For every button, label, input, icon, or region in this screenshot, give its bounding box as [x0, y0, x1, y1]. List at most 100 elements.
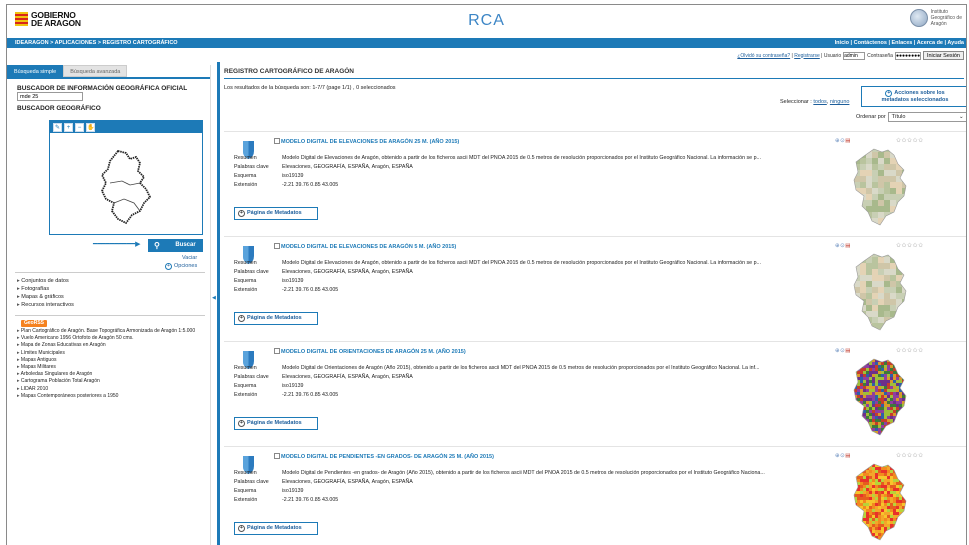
plus-circle-icon: + — [238, 210, 245, 217]
user-label: Usuario — [823, 52, 842, 59]
info-search-title: BUSCADOR DE INFORMACIÓN GEOGRÁFICA OFICI… — [17, 85, 188, 92]
divider — [15, 272, 205, 273]
zoom-out-icon[interactable]: − — [75, 122, 84, 132]
record-checkbox[interactable] — [274, 243, 280, 249]
metadata-page-button[interactable]: + Página de Metadatos — [234, 207, 318, 220]
app-window: GOBIERNO DE ARAGON RCA Instituto Geográf… — [6, 4, 967, 545]
record-checkbox[interactable] — [274, 138, 280, 144]
login-button[interactable]: Iniciar Sesión — [922, 51, 964, 60]
record-fields: Resumen Modelo Digital de Elevaciones de … — [234, 259, 827, 295]
search-icon: ⚲ — [154, 241, 160, 250]
order-row: Ordenar por Título ⌄ — [856, 112, 966, 122]
draw-icon[interactable]: ✎ — [53, 122, 62, 132]
rating-stars[interactable]: ✩✩✩✩✩ — [896, 347, 924, 354]
tab-simple-search[interactable]: Búsqueda simple — [7, 65, 64, 77]
globe-icon — [909, 9, 928, 27]
schema-value: iso19139 — [282, 383, 304, 389]
metadata-page-button[interactable]: + Página de Metadatos — [234, 417, 318, 430]
select-none-link[interactable]: ninguno — [830, 99, 850, 105]
record-thumbnail — [853, 358, 907, 436]
order-select[interactable]: Título ⌄ — [887, 112, 966, 122]
zoom-in-icon[interactable]: + — [64, 122, 73, 132]
search-input[interactable] — [17, 92, 83, 101]
app-title: RCA — [468, 12, 505, 29]
metadata-page-button[interactable]: + Página de Metadatos — [234, 522, 318, 535]
georss-item[interactable]: Plan Cartográfico de Aragón. Base Topogr… — [17, 328, 207, 335]
top-links[interactable]: Inicio | Contáctenos | Enlaces | Acerca … — [835, 38, 964, 48]
georss-item[interactable]: Arboledas Singulares de Aragón — [17, 371, 207, 378]
record-fields: Resumen Modelo Digital de Pendientes -en … — [234, 469, 827, 505]
category-item[interactable]: Recursos interactivos — [17, 301, 74, 309]
georss-item[interactable]: Vuelo Americano 1956 Ortofoto de Aragón … — [17, 335, 207, 342]
breadcrumb[interactable]: IDEARAGON > APLICACIONES > REGISTRO CART… — [15, 38, 178, 48]
pdf-icon[interactable]: ▤ — [845, 138, 851, 144]
record-fields: Resumen Modelo Digital de Orientaciones d… — [234, 364, 827, 400]
arrow-right-icon: ━━━━━━━━━━▶ — [93, 241, 141, 248]
rating-stars[interactable]: ✩✩✩✩✩ — [896, 452, 924, 459]
record-checkbox[interactable] — [274, 348, 280, 354]
resumen-label: Resumen — [234, 155, 257, 161]
result-record: MODELO DIGITAL DE ORIENTACIONES DE ARAGÓ… — [224, 341, 966, 445]
password-input[interactable] — [894, 51, 921, 60]
record-thumbnail — [853, 463, 907, 541]
result-record: MODELO DIGITAL DE ELEVACIONES DE ARAGÓN … — [224, 236, 966, 340]
resumen-value: Modelo Digital de Elevaciones de Aragón,… — [282, 260, 761, 266]
inst-line3: Aragón — [930, 21, 947, 27]
georss-item[interactable]: Mapas Antiguos — [17, 357, 207, 364]
selected-metadata-actions-button[interactable]: + Acciones sobre los metadatos selecciona… — [861, 86, 966, 107]
options-link[interactable]: + Opciones — [165, 263, 197, 270]
resumen-label: Resumen — [234, 260, 257, 266]
keywords-label: Palabras clave — [234, 374, 269, 380]
collapse-panel-icon[interactable]: ◀ — [212, 295, 216, 303]
result-record: MODELO DIGITAL DE ELEVACIONES DE ARAGÓN … — [224, 131, 966, 235]
search-button-label: Buscar — [175, 242, 196, 248]
resumen-value: Modelo Digital de Elevaciones de Aragón,… — [282, 155, 761, 161]
record-title-link[interactable]: MODELO DIGITAL DE PENDIENTES -EN GRADOS-… — [281, 454, 494, 460]
georss-item[interactable]: Mapa de Zonas Educativas en Aragón — [17, 342, 207, 349]
clear-link[interactable]: Vaciar — [182, 255, 197, 261]
select-all-link[interactable]: todos — [813, 99, 826, 105]
record-checkbox[interactable] — [274, 453, 280, 459]
metadata-page-button[interactable]: + Página de Metadatos — [234, 312, 318, 325]
metadata-page-label: Página de Metadatos — [247, 525, 302, 531]
georss-badge[interactable]: GeoRSS — [21, 320, 48, 327]
register-link[interactable]: Registrarse — [794, 53, 820, 59]
record-title-link[interactable]: MODELO DIGITAL DE ELEVACIONES DE ARAGÓN … — [281, 244, 456, 250]
keywords-label: Palabras clave — [234, 479, 269, 485]
georss-item[interactable]: Mapas Contemporáneos posteriores a 1950 — [17, 393, 207, 400]
rating-stars[interactable]: ✩✩✩✩✩ — [896, 137, 924, 144]
category-item[interactable]: Conjuntos de datos — [17, 277, 74, 285]
rating-stars[interactable]: ✩✩✩✩✩ — [896, 242, 924, 249]
map-viewer[interactable]: ✎ + − ✋ — [49, 120, 203, 235]
record-thumbnail — [853, 253, 907, 331]
top-nav-bar: IDEARAGON > APLICACIONES > REGISTRO CART… — [7, 38, 966, 48]
schema-value: iso19139 — [282, 278, 304, 284]
tab-advanced-search[interactable]: Búsqueda avanzada — [63, 65, 128, 77]
keywords-label: Palabras clave — [234, 164, 269, 170]
pdf-icon[interactable]: ▤ — [845, 243, 851, 249]
record-title-link[interactable]: MODELO DIGITAL DE ELEVACIONES DE ARAGÓN … — [281, 139, 459, 145]
keywords-value: Elevaciones, GEOGRAFÍA, ESPAÑA, Aragón, … — [282, 269, 413, 275]
pdf-icon[interactable]: ▤ — [845, 348, 851, 354]
pdf-icon[interactable]: ▤ — [845, 453, 851, 459]
instituto-geografico-logo[interactable]: Instituto Geográfico de Aragón — [909, 9, 962, 27]
georss-item[interactable]: Límites Municipales — [17, 350, 207, 357]
plus-circle-icon: + — [238, 525, 245, 532]
georss-item[interactable]: Mapas Militares — [17, 364, 207, 371]
order-label: Ordenar por — [856, 114, 886, 120]
pan-hand-icon[interactable]: ✋ — [86, 122, 95, 132]
georss-item[interactable]: Cartograma Población Total Aragón — [17, 378, 207, 385]
search-tabs: Búsqueda simple Búsqueda avanzada — [7, 65, 210, 77]
divider — [15, 315, 205, 316]
category-item[interactable]: Fotografías — [17, 285, 74, 293]
record-title-link[interactable]: MODELO DIGITAL DE ORIENTACIONES DE ARAGÓ… — [281, 349, 466, 355]
search-button[interactable]: ⚲ Buscar — [148, 239, 203, 252]
results-panel: REGISTRO CARTOGRÁFICO DE ARAGÓN Los resu… — [217, 62, 966, 545]
schema-label: Esquema — [234, 383, 257, 389]
georss-item[interactable]: LIDAR 2010 — [17, 386, 207, 393]
username-input[interactable] — [843, 51, 866, 60]
extent-label: Extensión — [234, 392, 258, 398]
forgot-password-link[interactable]: ¿Olvidó su contraseña? — [737, 53, 790, 59]
schema-value: iso19139 — [282, 173, 304, 179]
category-item[interactable]: Mapas & gráficos — [17, 293, 74, 301]
